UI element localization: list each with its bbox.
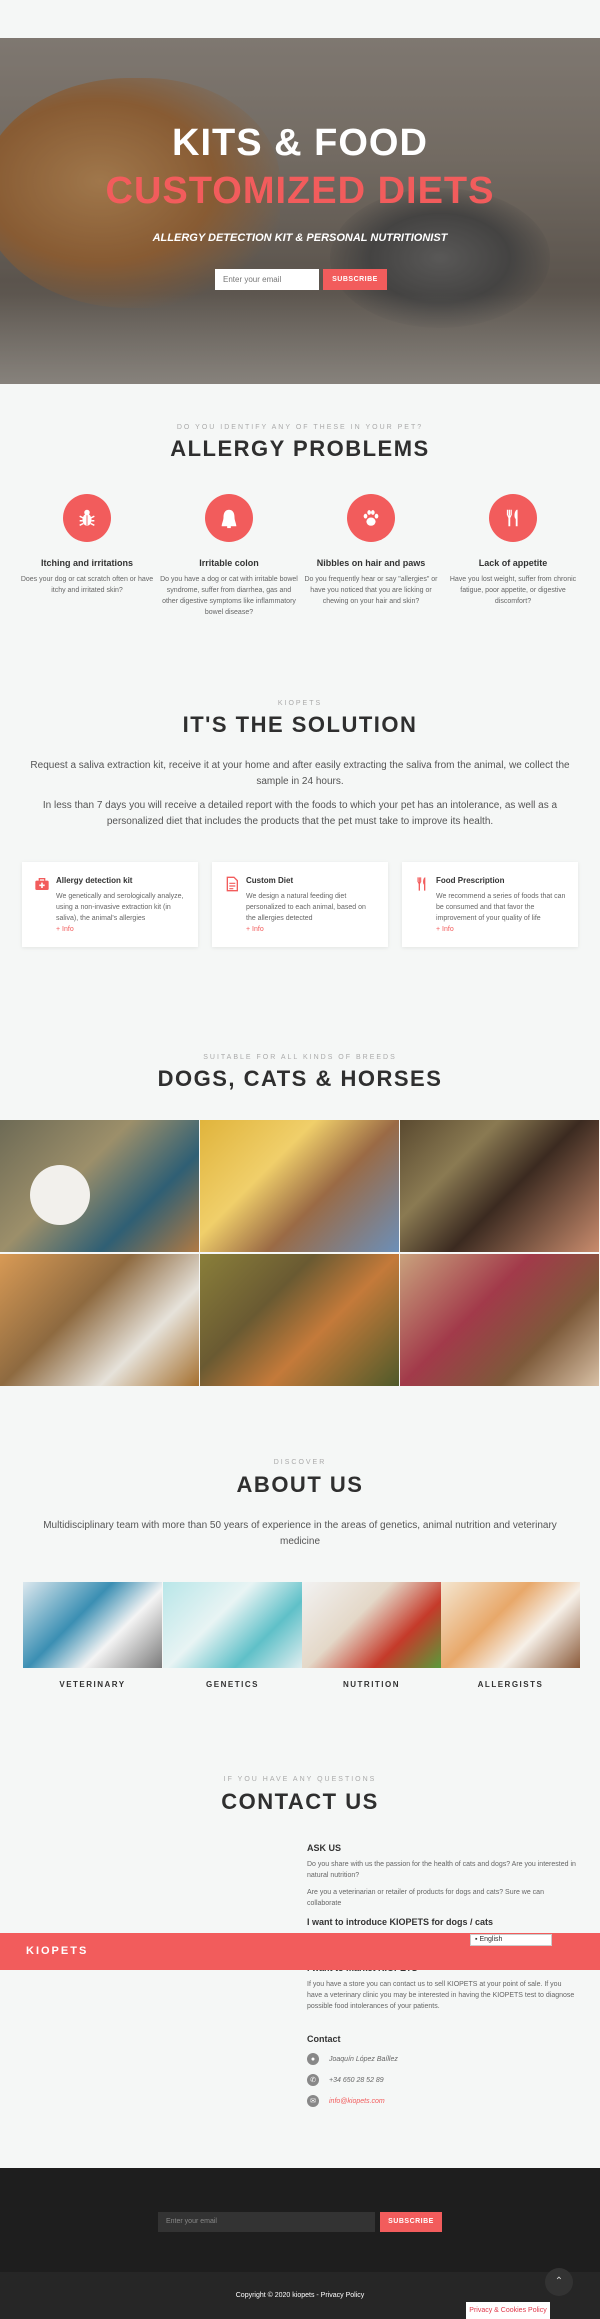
more-info-link[interactable]: + Info — [56, 926, 186, 933]
footer-subscribe-button[interactable]: SUBSCRIBE — [380, 2212, 442, 2232]
footer-email-input[interactable]: Enter your email — [158, 2212, 375, 2232]
allergy-item-title: Nibbles on hair and paws — [316, 558, 426, 568]
gallery-photo-dog-owner — [0, 1120, 199, 1252]
hero-subscribe-button[interactable]: SUBSCRIBE — [323, 269, 387, 290]
about-title: ABOUT US — [236, 1472, 364, 1497]
cutlery-icon — [414, 876, 436, 933]
copyright-text: Copyright © 2020 kiopets - Privacy Polic… — [235, 2292, 365, 2299]
footer: Enter your email SUBSCRIBE ⌃ Copyright ©… — [0, 2168, 600, 2319]
gallery-photo-horse — [400, 1120, 599, 1252]
contact-info: ASK US Do you share with us the passion … — [307, 1843, 577, 2107]
gallery-photo-dogs-leaves — [200, 1254, 399, 1386]
language-select[interactable]: ▪ English — [470, 1934, 552, 1946]
allergy-item-text: Do you have a dog or cat with irritable … — [160, 576, 298, 616]
team-label: ALLERGISTS — [477, 1680, 544, 1689]
allergy-item: Nibbles on hair and paws Do you frequent… — [302, 494, 440, 607]
breeds-eyebrow: SUITABLE FOR ALL KINDS OF BREEDS — [203, 1054, 397, 1061]
language-label: English — [479, 1936, 503, 1943]
gallery-photo-cat-hug — [400, 1254, 599, 1386]
more-info-link[interactable]: + Info — [246, 926, 376, 933]
service-card: Allergy detection kit We genetically and… — [22, 862, 198, 947]
contact-email[interactable]: info@kiopets.com — [329, 2098, 385, 2105]
about-eyebrow: DISCOVER — [273, 1459, 327, 1466]
hero-banner: KITS & FOOD CUSTOMIZED DIETS ALLERGY DET… — [0, 38, 600, 384]
ask-us-text: Do you share with us the passion for the… — [307, 1861, 576, 1879]
team-card: GENETICS — [163, 1582, 302, 1689]
contact-eyebrow: IF YOU HAVE ANY QUESTIONS — [223, 1776, 377, 1783]
solution-title: IT'S THE SOLUTION — [182, 712, 418, 737]
pets-gallery — [0, 1120, 600, 1386]
service-card-text: We recommend a series of foods that can … — [436, 893, 566, 922]
team-card: ALLERGISTS — [441, 1582, 580, 1689]
allergy-item-title: Lack of appetite — [478, 558, 548, 568]
gallery-photo-husky — [0, 1254, 199, 1386]
contact-email-row: ✉ info@kiopets.com — [307, 2095, 577, 2107]
contact-phone-row: ✆ +34 650 28 52 89 — [307, 2074, 577, 2086]
paw-icon — [347, 494, 395, 542]
team-photo-genetics — [163, 1582, 302, 1668]
introduce-title: I want to introduce KIOPETS for dogs / c… — [307, 1917, 494, 1927]
contact-title: CONTACT US — [221, 1789, 379, 1814]
flag-icon: ▪ — [475, 1936, 478, 1943]
hero-subscribe-form: Enter your email SUBSCRIBE — [215, 269, 387, 290]
hero-title: KITS & FOOD — [172, 122, 428, 164]
allergy-eyebrow: DO YOU IDENTIFY ANY OF THESE IN YOUR PET… — [176, 424, 424, 431]
stomach-icon — [205, 494, 253, 542]
service-card-text: We genetically and serologically analyze… — [56, 893, 184, 922]
allergy-item-text: Do you frequently hear or say "allergies… — [304, 576, 438, 605]
allergy-item-text: Have you lost weight, suffer from chroni… — [449, 576, 577, 605]
team-photo-allergists — [441, 1582, 580, 1668]
email-icon: ✉ — [307, 2095, 319, 2107]
allergy-item: Lack of appetite Have you lost weight, s… — [444, 494, 582, 607]
solution-paragraph: In less than 7 days you will receive a d… — [42, 800, 558, 827]
team-card: VETERINARY — [23, 1582, 162, 1689]
hero-email-input[interactable]: Enter your email — [215, 269, 319, 290]
bug-icon — [63, 494, 111, 542]
gallery-photo-cat-kiss — [200, 1120, 399, 1252]
about-text: Multidisciplinary team with more than 50… — [43, 1520, 557, 1547]
team-photo-veterinary — [23, 1582, 162, 1668]
contact-phone[interactable]: +34 650 28 52 89 — [329, 2077, 384, 2084]
service-card-title: Allergy detection kit — [56, 876, 133, 885]
contact-name-row: ● Joaquín López Baíllez — [307, 2053, 577, 2065]
hero-tagline: ALLERGY DETECTION KIT & PERSONAL NUTRITI… — [152, 232, 448, 244]
service-card-title: Food Prescription — [436, 876, 505, 885]
service-card-text: We design a natural feeding diet persona… — [246, 893, 366, 922]
solution-paragraph: Request a saliva extraction kit, receive… — [30, 760, 570, 787]
breeds-title: DOGS, CATS & HORSES — [157, 1066, 443, 1091]
service-card: Custom Diet We design a natural feeding … — [212, 862, 388, 947]
contact-name: Joaquín López Baíllez — [329, 2055, 398, 2063]
privacy-cookies-button[interactable]: Privacy & Cookies Policy — [466, 2302, 550, 2319]
phone-icon: ✆ — [307, 2074, 319, 2086]
allergy-item: Irritable colon Do you have a dog or cat… — [160, 494, 298, 618]
team-card: NUTRITION — [302, 1582, 441, 1689]
market-text: If you have a store you can contact us t… — [307, 1981, 575, 2010]
team-photo-nutrition — [302, 1582, 441, 1668]
user-icon: ● — [307, 2053, 319, 2065]
team-label: GENETICS — [206, 1680, 259, 1689]
kiopets-logo[interactable]: KIOPETS — [26, 1945, 88, 1957]
ask-us-text: Are you a veterinarian or retailer of pr… — [307, 1889, 544, 1907]
ask-us-title: ASK US — [307, 1843, 342, 1853]
more-info-link[interactable]: + Info — [436, 926, 566, 933]
solution-eyebrow: KIOPETS — [277, 700, 323, 707]
hero-subtitle: CUSTOMIZED DIETS — [105, 170, 495, 212]
medkit-icon — [34, 876, 56, 933]
document-icon — [224, 876, 246, 933]
contact-subtitle: Contact — [307, 2034, 341, 2044]
team-label: VETERINARY — [59, 1680, 126, 1689]
allergy-item-text: Does your dog or cat scratch often or ha… — [20, 576, 154, 594]
cutlery-icon — [489, 494, 537, 542]
service-card: Food Prescription We recommend a series … — [402, 862, 578, 947]
allergy-item-title: Irritable colon — [199, 558, 259, 568]
allergy-item: Itching and irritations Does your dog or… — [18, 494, 156, 596]
service-card-title: Custom Diet — [246, 876, 294, 885]
team-label: NUTRITION — [342, 1680, 401, 1689]
allergy-item-title: Itching and irritations — [40, 558, 133, 568]
allergy-title: ALLERGY PROBLEMS — [170, 436, 430, 461]
